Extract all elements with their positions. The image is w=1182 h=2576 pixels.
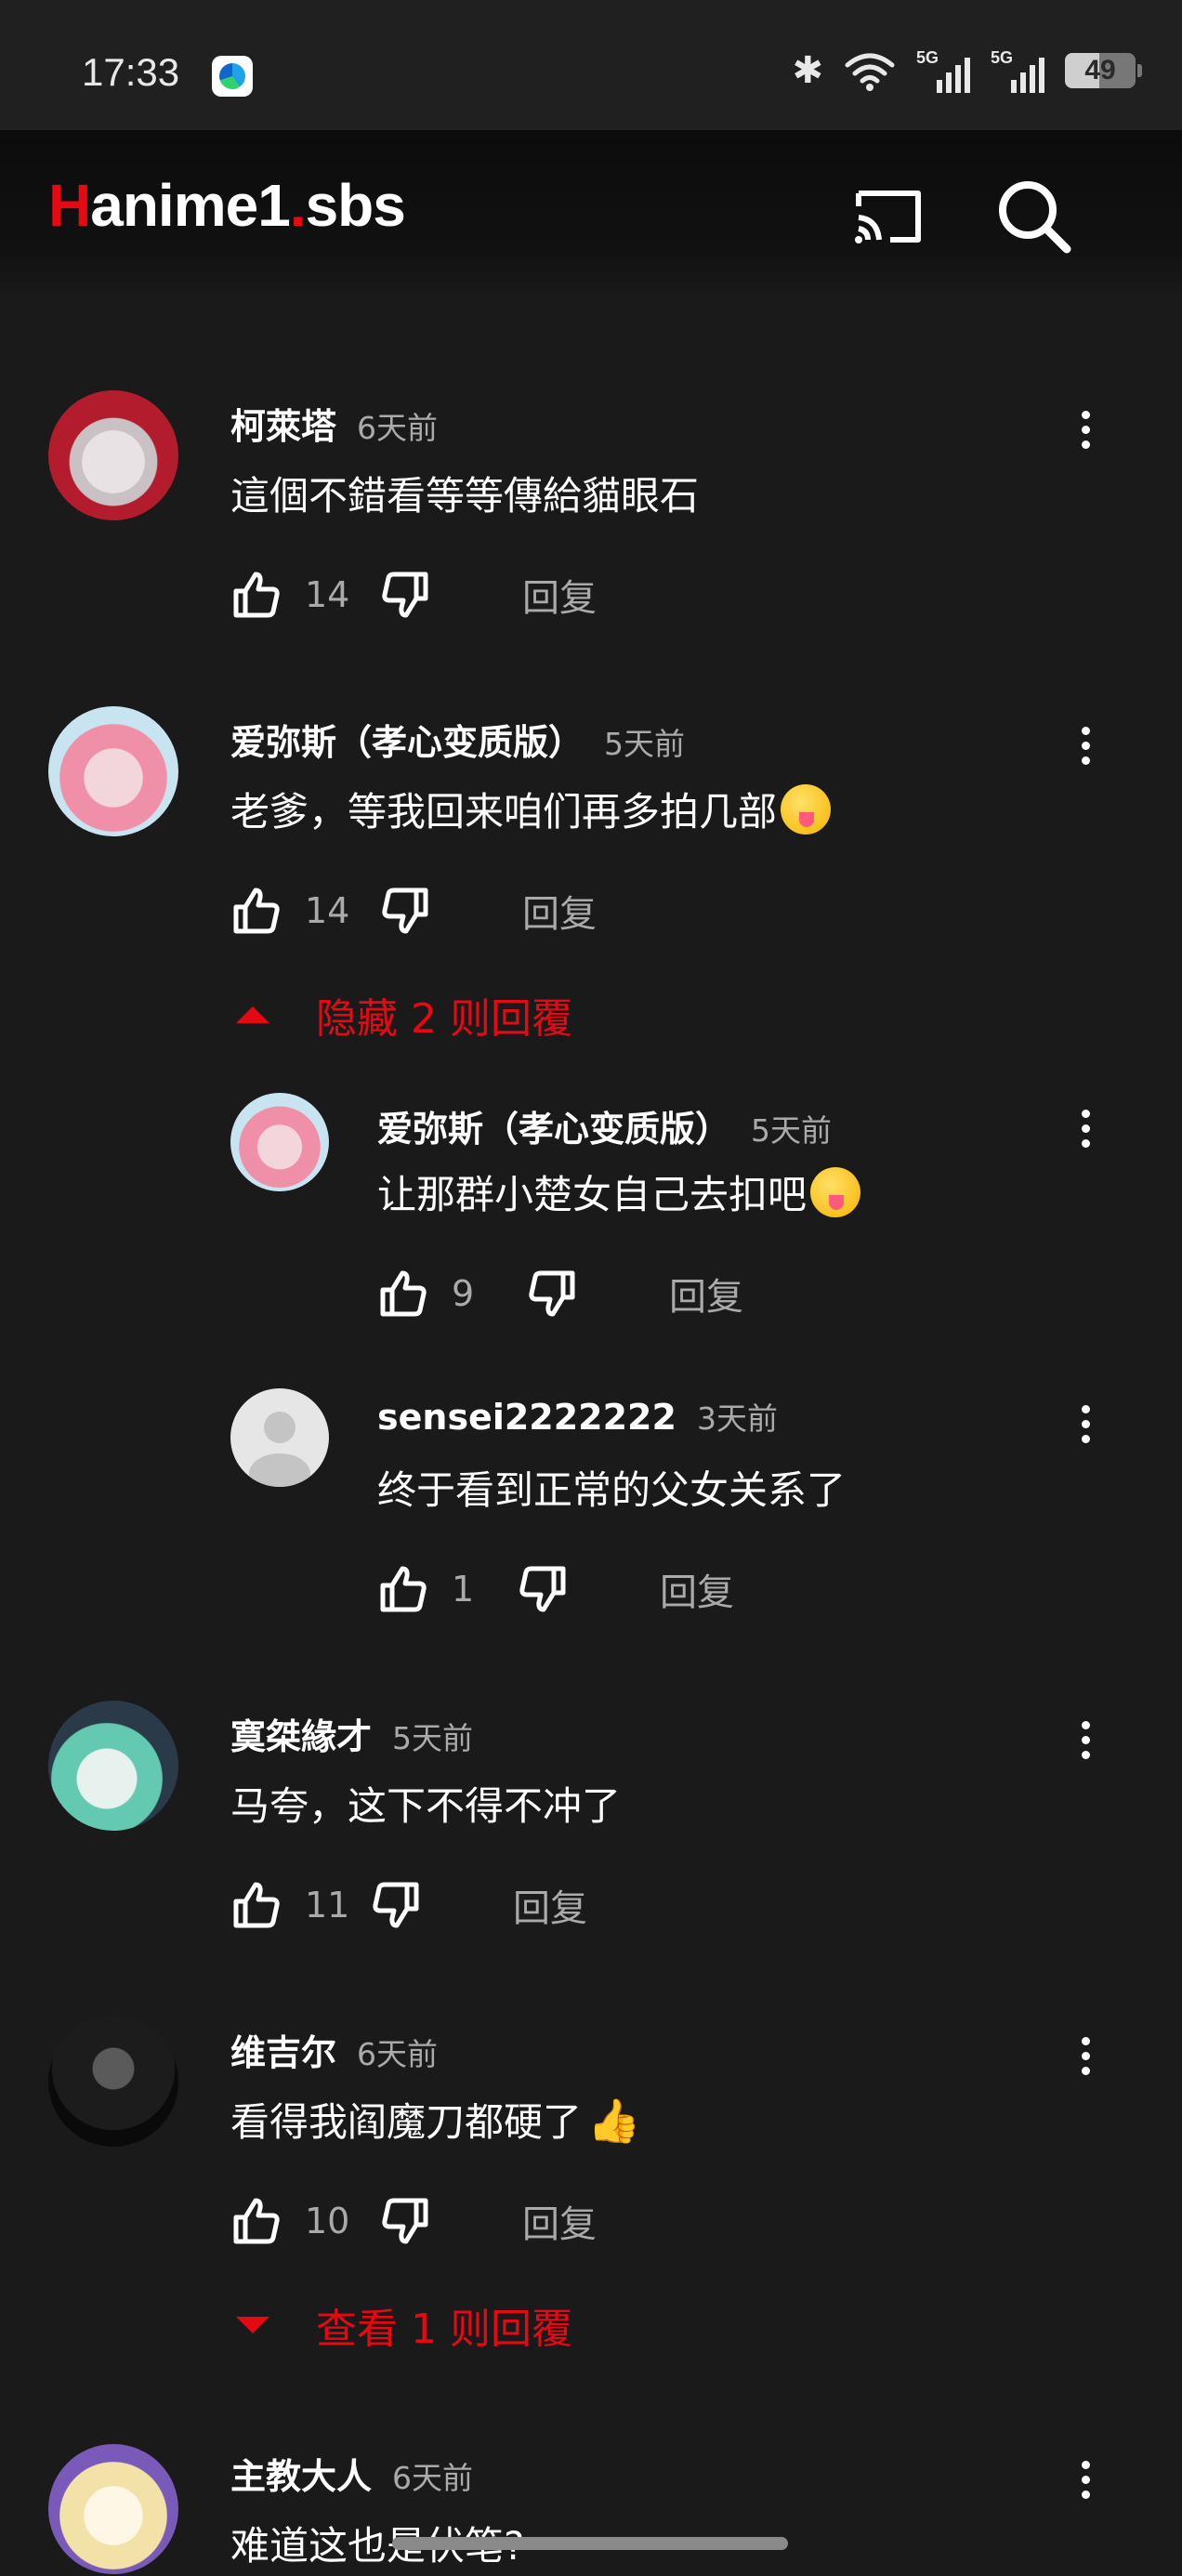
- battery-level: 49: [1084, 55, 1116, 85]
- bluetooth-icon: ✱: [792, 49, 823, 92]
- dislike-icon[interactable]: [379, 569, 431, 621]
- like-count: 9: [452, 1273, 475, 1314]
- comment-time: 6天前: [357, 410, 439, 446]
- avatar[interactable]: [48, 706, 178, 836]
- like-count: 1: [452, 1569, 475, 1610]
- reply-button[interactable]: 回复: [522, 568, 597, 622]
- more-options-icon[interactable]: [1057, 1100, 1113, 1156]
- dislike-icon[interactable]: [526, 1268, 578, 1320]
- comment-author[interactable]: 主教大人 6天前: [230, 2448, 473, 2499]
- thumbs-up-emoji-icon: 👍: [587, 2096, 641, 2146]
- comment-author[interactable]: 爱弥斯（孝心变质版） 5天前: [230, 714, 685, 765]
- edge-browser-icon: [212, 56, 253, 97]
- battery-icon: 49: [1065, 53, 1142, 88]
- reply-button[interactable]: 回复: [669, 1267, 743, 1321]
- like-icon[interactable]: [377, 1268, 429, 1320]
- like-icon[interactable]: [230, 2195, 282, 2247]
- cellular-signal-2-icon: 5G: [991, 48, 1044, 93]
- like-icon[interactable]: [230, 1879, 282, 1931]
- reply-time: 5天前: [751, 1112, 833, 1149]
- comment-text: 马夸，这下不得不冲了: [230, 1783, 622, 1829]
- like-count: 10: [305, 2201, 350, 2241]
- hide-replies-toggle[interactable]: 隐藏 2 则回覆: [236, 985, 572, 1045]
- more-options-icon[interactable]: [1057, 2028, 1113, 2083]
- reply-text: 让那群小楚女自己去扣吧: [377, 1163, 861, 1220]
- like-icon[interactable]: [230, 569, 282, 621]
- reply-button[interactable]: 回复: [660, 1562, 734, 1616]
- yum-emoji-icon: [781, 784, 832, 835]
- wifi-icon: [845, 53, 895, 91]
- app-header: Hanime1.sbs: [0, 130, 1182, 299]
- like-count: 14: [305, 574, 350, 615]
- comment-time: 5天前: [604, 726, 686, 762]
- like-count: 11: [305, 1885, 350, 1925]
- like-icon[interactable]: [377, 1563, 429, 1615]
- search-icon[interactable]: [992, 175, 1074, 256]
- site-logo[interactable]: Hanime1.sbs: [48, 171, 406, 240]
- reply-author[interactable]: sensei2222222 3天前: [377, 1394, 778, 1439]
- comment-author[interactable]: 柯萊塔 6天前: [230, 398, 438, 449]
- avatar[interactable]: [48, 2017, 178, 2147]
- comment-time: 6天前: [357, 2036, 439, 2072]
- comment-text: 老爹，等我回来咱们再多拍几部: [230, 781, 832, 837]
- gesture-home-bar[interactable]: [392, 2537, 788, 2550]
- dislike-icon[interactable]: [379, 2195, 431, 2247]
- avatar[interactable]: [230, 1388, 329, 1487]
- status-time: 17:33: [82, 50, 180, 94]
- caret-down-icon: [236, 2317, 269, 2333]
- comment-author[interactable]: 寞桀緣才 5天前: [230, 1708, 473, 1759]
- dislike-icon[interactable]: [370, 1879, 422, 1931]
- like-count: 14: [305, 890, 350, 931]
- reply-button[interactable]: 回复: [522, 884, 597, 938]
- reply-author[interactable]: 爱弥斯（孝心变质版） 5天前: [377, 1100, 832, 1151]
- more-options-icon[interactable]: [1057, 1396, 1113, 1452]
- cellular-signal-1-icon: 5G: [916, 48, 970, 93]
- like-icon[interactable]: [230, 885, 282, 937]
- comment-time: 6天前: [392, 2460, 474, 2496]
- dislike-icon[interactable]: [517, 1563, 569, 1615]
- more-options-icon[interactable]: [1057, 401, 1113, 457]
- caret-up-icon: [236, 1006, 269, 1023]
- comment-text: 看得我阎魔刀都硬了 👍: [230, 2096, 641, 2146]
- reply-button[interactable]: 回复: [513, 1878, 587, 1932]
- comment-time: 5天前: [392, 1720, 474, 1756]
- avatar[interactable]: [48, 1701, 178, 1831]
- avatar[interactable]: [48, 2444, 178, 2574]
- avatar[interactable]: [230, 1093, 329, 1191]
- status-bar: 17:33 ✱ 5G 5G 49: [0, 0, 1182, 130]
- cast-icon[interactable]: [849, 182, 927, 249]
- dislike-icon[interactable]: [379, 885, 431, 937]
- view-replies-toggle[interactable]: 查看 1 则回覆: [236, 2295, 572, 2355]
- more-options-icon[interactable]: [1057, 1712, 1113, 1768]
- reply-button[interactable]: 回复: [522, 2194, 597, 2248]
- comment-author[interactable]: 维吉尔 6天前: [230, 2024, 438, 2075]
- reply-time: 3天前: [696, 1400, 778, 1437]
- more-options-icon[interactable]: [1057, 717, 1113, 773]
- yum-emoji-icon: [810, 1167, 861, 1217]
- reply-text: 终于看到正常的父女关系了: [377, 1467, 847, 1513]
- comment-text: 這個不錯看等等傳給貓眼石: [230, 473, 700, 519]
- avatar[interactable]: [48, 390, 178, 520]
- more-options-icon[interactable]: [1057, 2451, 1113, 2507]
